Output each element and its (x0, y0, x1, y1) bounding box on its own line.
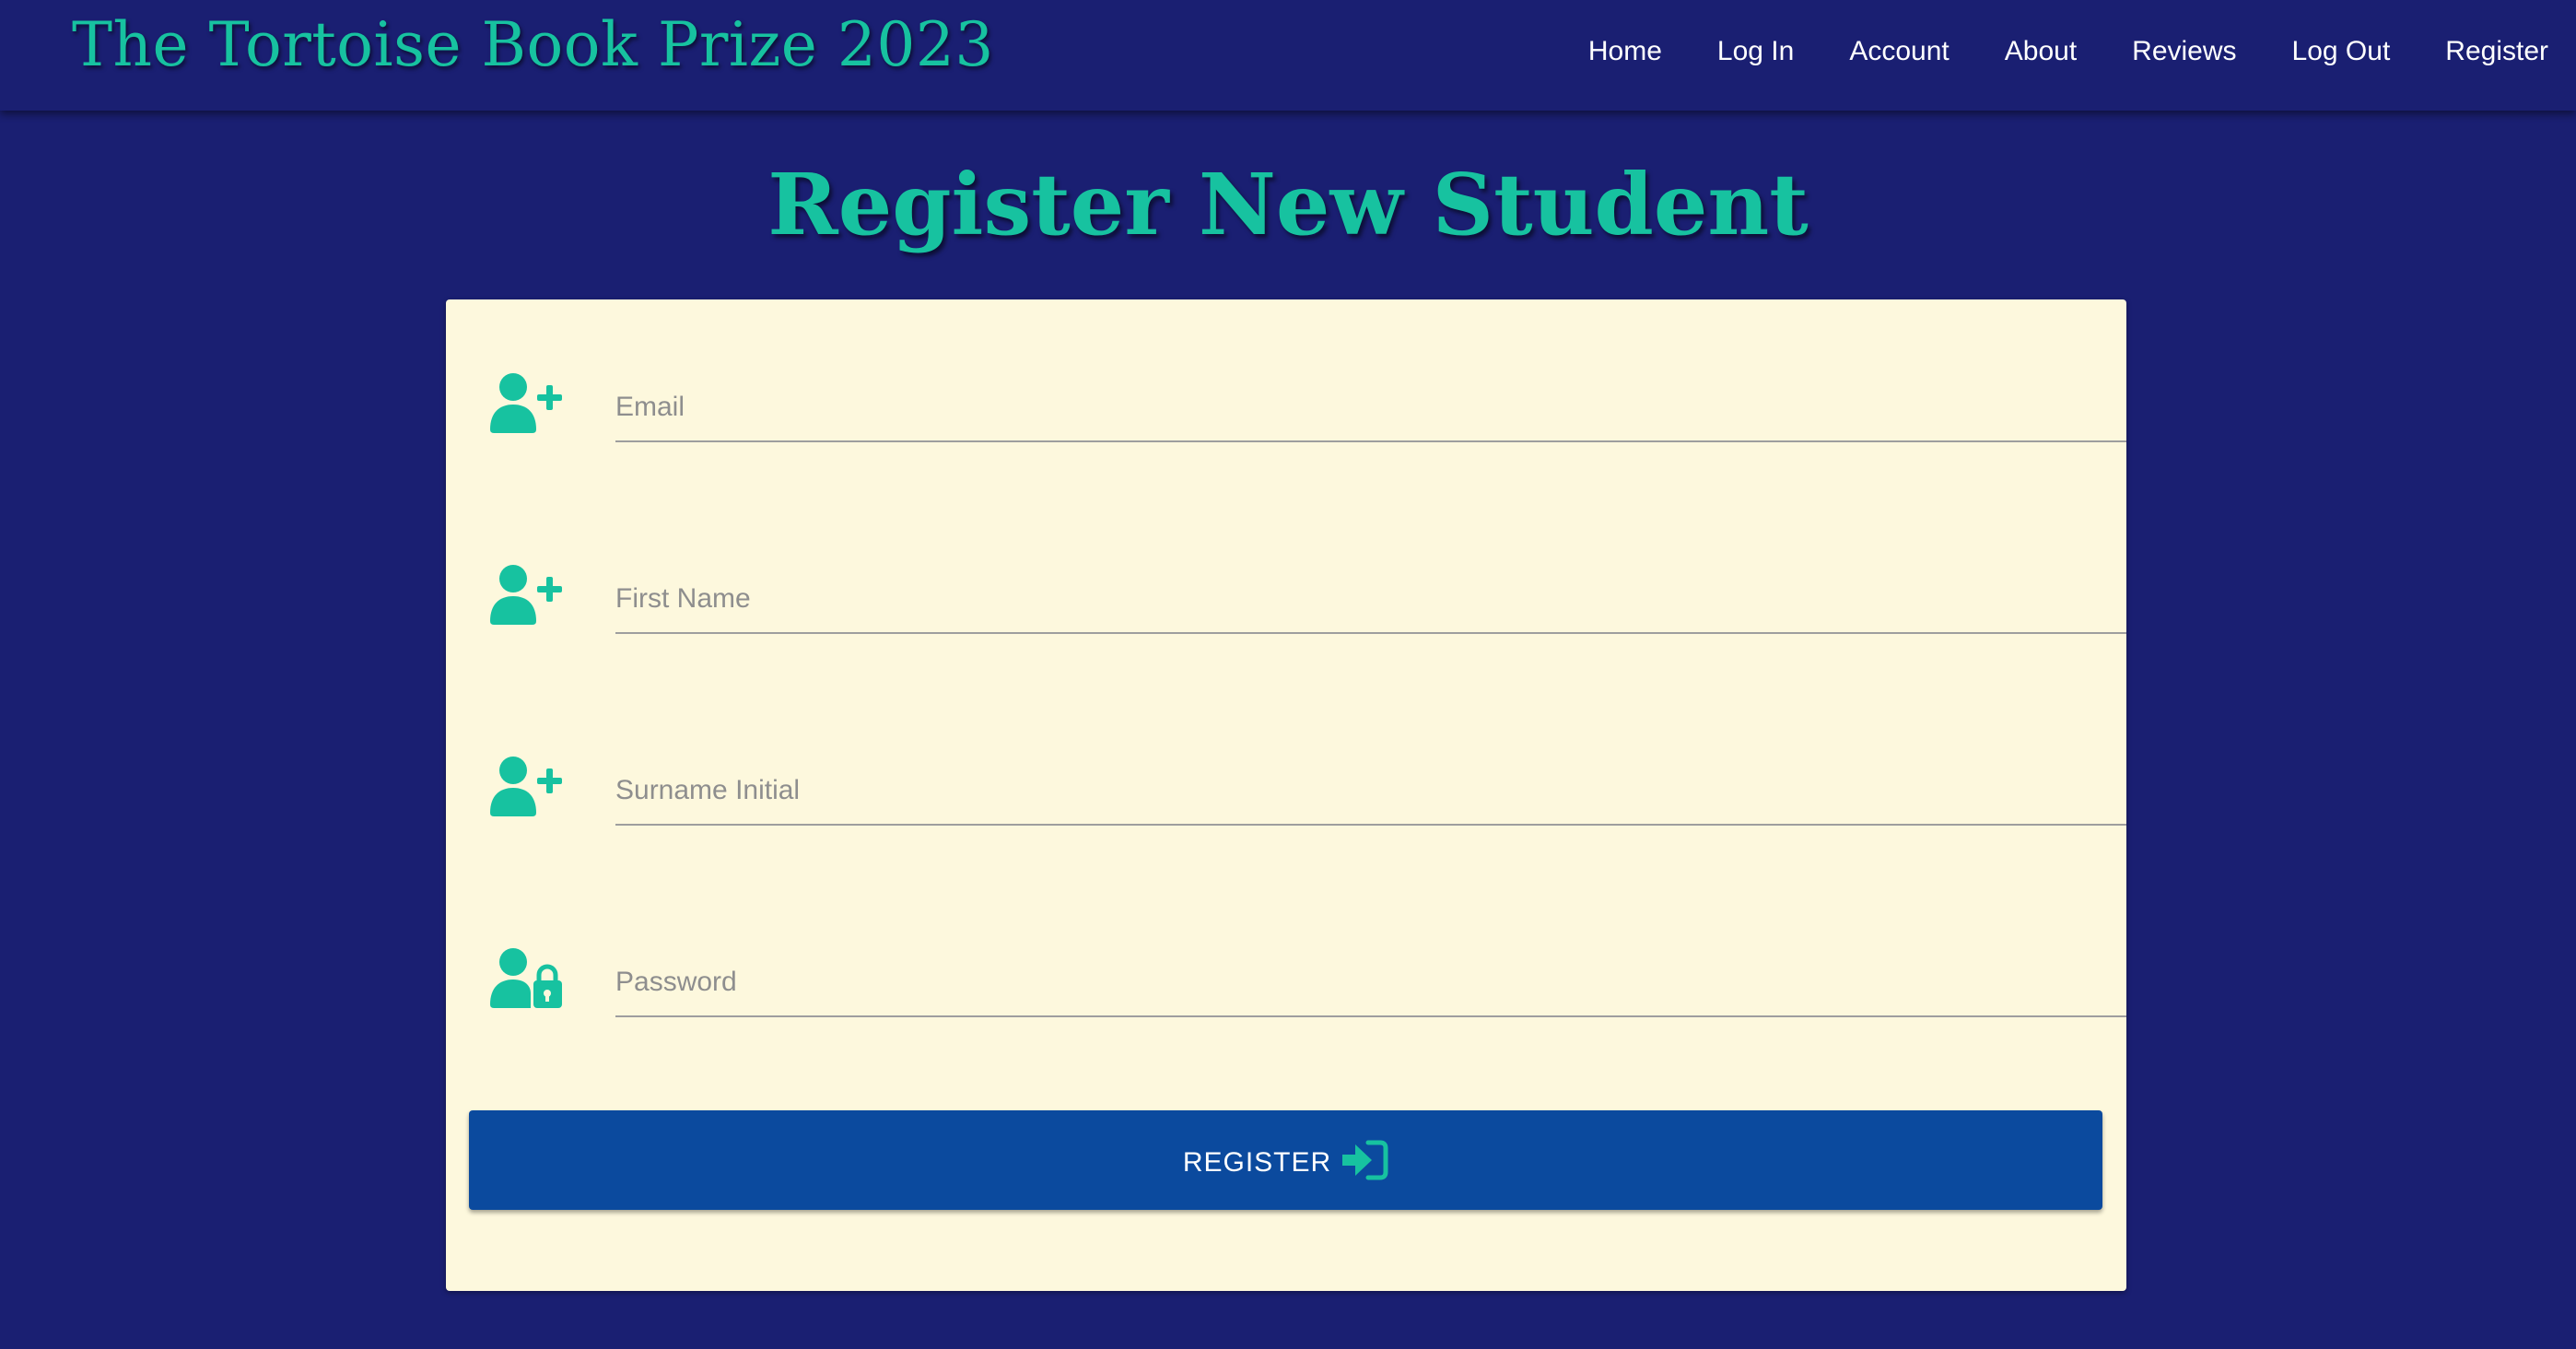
surname-initial-field-row (488, 724, 2126, 835)
brand-title[interactable]: The Tortoise Book Prize 2023 (72, 9, 994, 80)
register-form-card: REGISTER (446, 299, 2126, 1291)
nav-link-log-in[interactable]: Log In (1717, 36, 1794, 67)
email-field-row (488, 341, 2126, 452)
first-name-field-row (488, 533, 2126, 643)
nav-link-account[interactable]: Account (1849, 36, 1949, 67)
register-button[interactable]: REGISTER (469, 1110, 2102, 1210)
user-plus-icon (490, 757, 562, 816)
nav-link-register[interactable]: Register (2445, 36, 2548, 67)
user-lock-icon (490, 948, 562, 1008)
nav-link-home[interactable]: Home (1588, 36, 1662, 67)
page-title: Register New Student (767, 155, 1809, 254)
password-input[interactable] (615, 960, 2126, 1017)
user-plus-icon (490, 565, 562, 625)
user-plus-icon (490, 373, 562, 433)
register-button-label: REGISTER (1182, 1147, 1332, 1178)
password-field-row (488, 916, 2126, 1026)
nav-links: Home Log In Account About Reviews Log Ou… (1533, 0, 2548, 103)
nav-link-reviews[interactable]: Reviews (2132, 36, 2236, 67)
sign-in-icon (1342, 1140, 1388, 1180)
surname-initial-input[interactable] (615, 768, 2126, 826)
navbar: The Tortoise Book Prize 2023 Home Log In… (0, 0, 2576, 111)
nav-link-about[interactable]: About (2005, 36, 2077, 67)
nav-link-log-out[interactable]: Log Out (2292, 36, 2391, 67)
email-input[interactable] (615, 385, 2126, 442)
first-name-input[interactable] (615, 577, 2126, 634)
